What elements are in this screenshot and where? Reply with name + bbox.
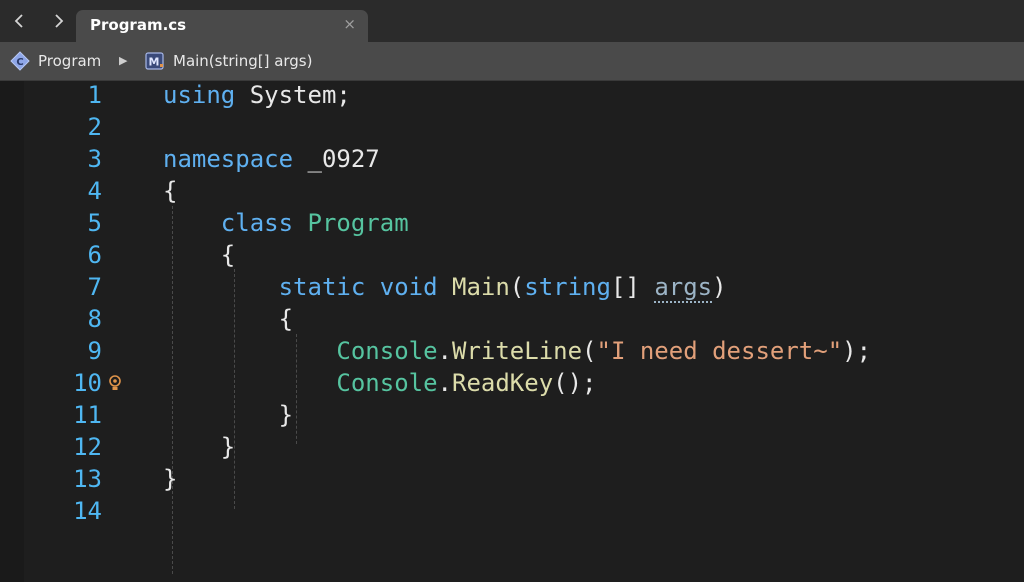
- code-token: static: [278, 273, 366, 301]
- chevron-right-icon: [55, 14, 64, 28]
- code-text: {: [163, 175, 177, 207]
- code-text: Console.ReadKey();: [163, 367, 597, 399]
- code-token: Console: [336, 369, 438, 397]
- code-token: _0927: [293, 145, 380, 173]
- code-line[interactable]: 9 Console.WriteLine("I need dessert~");: [0, 335, 1024, 367]
- code-token: "I need dessert~": [596, 337, 843, 365]
- code-token: }: [163, 433, 236, 461]
- code-text: }: [163, 399, 293, 431]
- line-number: 6: [87, 241, 102, 269]
- code-line[interactable]: 4{: [0, 175, 1024, 207]
- code-token: using: [163, 81, 236, 109]
- line-number: 8: [87, 305, 102, 333]
- code-line[interactable]: 6 {: [0, 239, 1024, 271]
- svg-text:M: M: [149, 56, 160, 69]
- code-text: namespace _0927: [163, 143, 380, 175]
- code-token: class: [220, 209, 294, 237]
- code-text: {: [163, 303, 293, 335]
- code-text: {: [163, 239, 235, 271]
- code-text: }: [163, 463, 177, 495]
- tab-close-icon[interactable]: ×: [343, 15, 356, 33]
- code-token: ();: [553, 369, 597, 397]
- class-icon: C: [10, 51, 30, 71]
- line-number: 13: [73, 465, 102, 493]
- breadcrumb-class[interactable]: Program: [38, 52, 101, 70]
- code-line[interactable]: 13}: [0, 463, 1024, 495]
- code-token: ReadKey: [452, 369, 554, 397]
- code-token: args: [654, 273, 713, 303]
- code-token: (: [509, 273, 525, 301]
- line-number: 10: [73, 369, 102, 397]
- code-line[interactable]: 3 namespace _0927: [0, 143, 1024, 175]
- code-token: []: [610, 273, 655, 301]
- code-token: ): [712, 273, 727, 301]
- code-text: }: [163, 431, 235, 463]
- code-token: .: [437, 337, 452, 365]
- code-line[interactable]: 11 }: [0, 399, 1024, 431]
- code-editor[interactable]: 1 using System; 2 3 namespace _0927 4{5 class…: [0, 81, 1024, 582]
- method-icon: M: [145, 52, 164, 70]
- code-token: System;: [235, 81, 351, 109]
- code-token: Console: [336, 337, 438, 365]
- code-token: namespace: [163, 145, 294, 173]
- code-token: {: [163, 241, 236, 269]
- breadcrumb-method[interactable]: Main(string[] args): [173, 52, 312, 70]
- code-text: class Program: [163, 207, 409, 239]
- line-number: 4: [87, 177, 102, 205]
- code-token: WriteLine: [452, 337, 583, 365]
- code-token: {: [163, 177, 178, 205]
- code-text: using System;: [163, 79, 351, 111]
- line-number: 3: [87, 145, 102, 173]
- lightbulb-icon[interactable]: [107, 374, 123, 392]
- tab-title: Program.cs: [90, 16, 187, 34]
- svg-text:C: C: [16, 57, 23, 68]
- line-number: 7: [87, 273, 102, 301]
- line-number: 14: [73, 497, 102, 525]
- code-line[interactable]: 10 Console.ReadKey();: [0, 367, 1024, 399]
- code-token: (: [582, 337, 597, 365]
- code-token: );: [842, 337, 872, 365]
- code-token: {: [163, 305, 294, 333]
- tab-program-cs[interactable]: Program.cs ×: [76, 10, 368, 42]
- line-number: 2: [87, 113, 102, 141]
- code-token: }: [163, 401, 294, 429]
- code-token: void: [379, 273, 438, 301]
- line-number: 1: [87, 81, 102, 109]
- chevron-left-icon: [14, 14, 23, 28]
- forward-button[interactable]: [46, 9, 70, 33]
- line-number: 9: [87, 337, 102, 365]
- code-token: Program: [307, 209, 409, 237]
- line-number: 11: [73, 401, 102, 429]
- code-token: .: [437, 369, 452, 397]
- breadcrumb-separator-icon: ▶: [119, 54, 128, 67]
- breadcrumb: C Program ▶ M Main(string[] args): [0, 42, 1024, 81]
- code-line[interactable]: 12 }: [0, 431, 1024, 463]
- code-line[interactable]: 8 {: [0, 303, 1024, 335]
- line-number: 5: [87, 209, 102, 237]
- tab-bar: Program.cs ×: [0, 0, 1024, 42]
- code-token: string: [524, 273, 611, 301]
- code-line[interactable]: 1 using System;: [0, 79, 1024, 111]
- code-line[interactable]: 7 static void Main(string[] args): [0, 271, 1024, 303]
- code-token: }: [163, 465, 178, 493]
- back-button[interactable]: [8, 9, 32, 33]
- code-text: Console.WriteLine("I need dessert~");: [163, 335, 871, 367]
- code-text: static void Main(string[] args): [163, 271, 727, 303]
- code-line[interactable]: 2: [0, 111, 1024, 143]
- code-line[interactable]: 14: [0, 495, 1024, 527]
- line-number: 12: [73, 433, 102, 461]
- code-token: Main: [452, 273, 510, 301]
- code-line[interactable]: 5 class Program: [0, 207, 1024, 239]
